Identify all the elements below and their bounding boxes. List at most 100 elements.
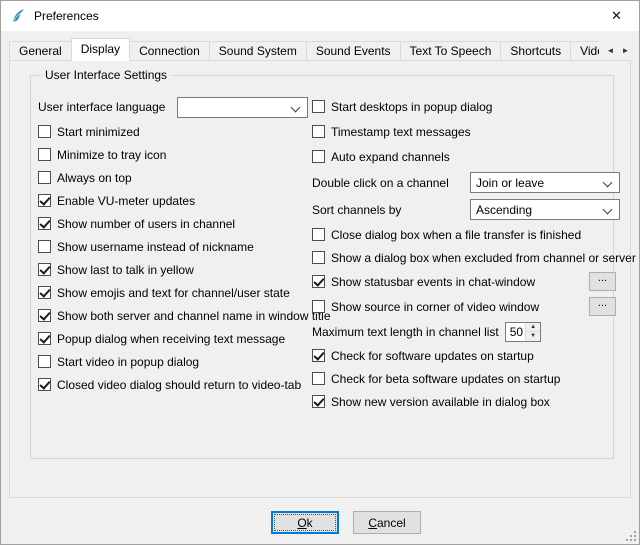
language-select[interactable]	[177, 97, 308, 118]
checkbox-row: Show a dialog box when excluded from cha…	[312, 246, 624, 269]
checkbox-label: Show emojis and text for channel/user st…	[57, 286, 290, 300]
checkbox-label: Close dialog box when a file transfer is…	[331, 228, 581, 242]
display-tab-page: User Interface Settings User interface l…	[9, 60, 631, 498]
user-count-checkbox[interactable]	[38, 217, 51, 230]
checkbox-label: Show source in corner of video window	[331, 300, 581, 314]
always-on-top-checkbox[interactable]	[38, 171, 51, 184]
popup-message-checkbox[interactable]	[38, 332, 51, 345]
tab-display[interactable]: Display	[71, 38, 130, 61]
checkbox-row: Show both server and channel name in win…	[38, 304, 314, 327]
double-click-select[interactable]: Join or leave	[470, 172, 620, 193]
statusbar-events-row: Show statusbar events in chat-window ...	[312, 269, 624, 294]
video-return-checkbox[interactable]	[38, 378, 51, 391]
checkbox-row: Check for beta software updates on start…	[312, 367, 624, 390]
start-minimized-checkbox[interactable]	[38, 125, 51, 138]
tab-shortcuts[interactable]: Shortcuts	[500, 41, 571, 61]
checkbox-label: Check for beta software updates on start…	[331, 372, 560, 386]
checkbox-row: Show new version available in dialog box	[312, 390, 624, 413]
desktops-popup-checkbox[interactable]	[312, 100, 325, 113]
emoji-checkbox[interactable]	[38, 286, 51, 299]
checkbox-row: Show number of users in channel	[38, 212, 314, 235]
file-transfer-close-checkbox[interactable]	[312, 228, 325, 241]
app-icon[interactable]	[10, 8, 26, 24]
checkbox-row: Show username instead of nickname	[38, 235, 314, 258]
max-text-length-label: Maximum text length in channel list	[312, 325, 499, 339]
tab-sound-events[interactable]: Sound Events	[306, 41, 401, 61]
tab-scroll-left-icon[interactable]: ◄	[603, 41, 618, 60]
ok-rest: k	[307, 516, 313, 530]
checkbox-row: Auto expand channels	[312, 144, 624, 169]
cancel-accel: C	[368, 516, 377, 530]
cancel-button[interactable]: Cancel	[353, 511, 421, 534]
ok-accel: O	[297, 516, 306, 530]
checkbox-label: Start minimized	[57, 125, 140, 139]
resize-grip[interactable]	[624, 529, 637, 542]
ok-button[interactable]: Ok	[271, 511, 339, 534]
checkbox-label: Check for software updates on startup	[331, 349, 534, 363]
checkbox-row: Start video in popup dialog	[38, 350, 314, 373]
sort-channels-label: Sort channels by	[312, 203, 470, 217]
checkbox-label: Show last to talk in yellow	[57, 263, 194, 277]
tab-text-to-speech[interactable]: Text To Speech	[400, 41, 502, 61]
double-click-label: Double click on a channel	[312, 176, 470, 190]
window-title-checkbox[interactable]	[38, 309, 51, 322]
checkbox-row: Start desktops in popup dialog	[312, 94, 624, 119]
left-column: User interface language Start minimized …	[38, 94, 314, 396]
close-icon[interactable]: ✕	[594, 1, 639, 31]
checkbox-label: Show new version available in dialog box	[331, 395, 550, 409]
excluded-dialog-checkbox[interactable]	[312, 251, 325, 264]
checkbox-row: Start minimized	[38, 120, 314, 143]
checkbox-label: Show username instead of nickname	[57, 240, 254, 254]
checkbox-label: Always on top	[57, 171, 132, 185]
sort-channels-select[interactable]: Ascending	[470, 199, 620, 220]
max-text-length-spinner: 50 ▲ ▼	[505, 322, 541, 342]
double-click-row: Double click on a channel Join or leave	[312, 169, 624, 196]
new-version-checkbox[interactable]	[312, 395, 325, 408]
username-checkbox[interactable]	[38, 240, 51, 253]
statusbar-events-more-button[interactable]: ...	[589, 272, 616, 291]
checkbox-label: Show statusbar events in chat-window	[331, 275, 581, 289]
checkbox-label: Show both server and channel name in win…	[57, 309, 331, 323]
tab-sound-system[interactable]: Sound System	[209, 41, 307, 61]
checkbox-row: Always on top	[38, 166, 314, 189]
checkbox-row: Show emojis and text for channel/user st…	[38, 281, 314, 304]
checkbox-label: Popup dialog when receiving text message	[57, 332, 285, 346]
spinner-down-icon[interactable]: ▼	[526, 332, 540, 341]
sort-channels-row: Sort channels by Ascending	[312, 196, 624, 223]
language-label: User interface language	[38, 100, 177, 114]
video-source-more-button[interactable]: ...	[589, 297, 616, 316]
tab-connection[interactable]: Connection	[129, 41, 210, 61]
updates-checkbox[interactable]	[312, 349, 325, 362]
checkbox-label: Show number of users in channel	[57, 217, 235, 231]
cancel-rest: ancel	[377, 516, 406, 530]
max-text-length-value[interactable]: 50	[506, 323, 525, 341]
last-talk-checkbox[interactable]	[38, 263, 51, 276]
minimize-tray-checkbox[interactable]	[38, 148, 51, 161]
spinner-buttons: ▲ ▼	[525, 323, 540, 341]
tab-scroll-buttons: ◄ ►	[603, 41, 633, 60]
vu-meter-checkbox[interactable]	[38, 194, 51, 207]
checkbox-row: Minimize to tray icon	[38, 143, 314, 166]
statusbar-events-checkbox[interactable]	[312, 275, 325, 288]
max-text-length-row: Maximum text length in channel list 50 ▲…	[312, 319, 624, 344]
checkbox-row: Closed video dialog should return to vid…	[38, 373, 314, 396]
video-source-checkbox[interactable]	[312, 300, 325, 313]
video-popup-checkbox[interactable]	[38, 355, 51, 368]
window-title: Preferences	[34, 9, 99, 23]
double-click-value: Join or leave	[476, 176, 544, 190]
auto-expand-checkbox[interactable]	[312, 150, 325, 163]
language-row: User interface language	[38, 94, 314, 120]
checkbox-row: Close dialog box when a file transfer is…	[312, 223, 624, 246]
checkbox-label: Enable VU-meter updates	[57, 194, 195, 208]
tab-scroll-right-icon[interactable]: ►	[618, 41, 633, 60]
spinner-up-icon[interactable]: ▲	[526, 323, 540, 333]
checkbox-label: Start desktops in popup dialog	[331, 100, 492, 114]
preferences-dialog: Preferences ✕ General Display Connection…	[0, 0, 640, 545]
tab-bar: General Display Connection Sound System …	[9, 38, 599, 61]
timestamp-checkbox[interactable]	[312, 125, 325, 138]
tab-general[interactable]: General	[9, 41, 72, 61]
beta-updates-checkbox[interactable]	[312, 372, 325, 385]
video-source-row: Show source in corner of video window ..…	[312, 294, 624, 319]
tab-video[interactable]: Video	[570, 41, 599, 61]
checkbox-row: Timestamp text messages	[312, 119, 624, 144]
